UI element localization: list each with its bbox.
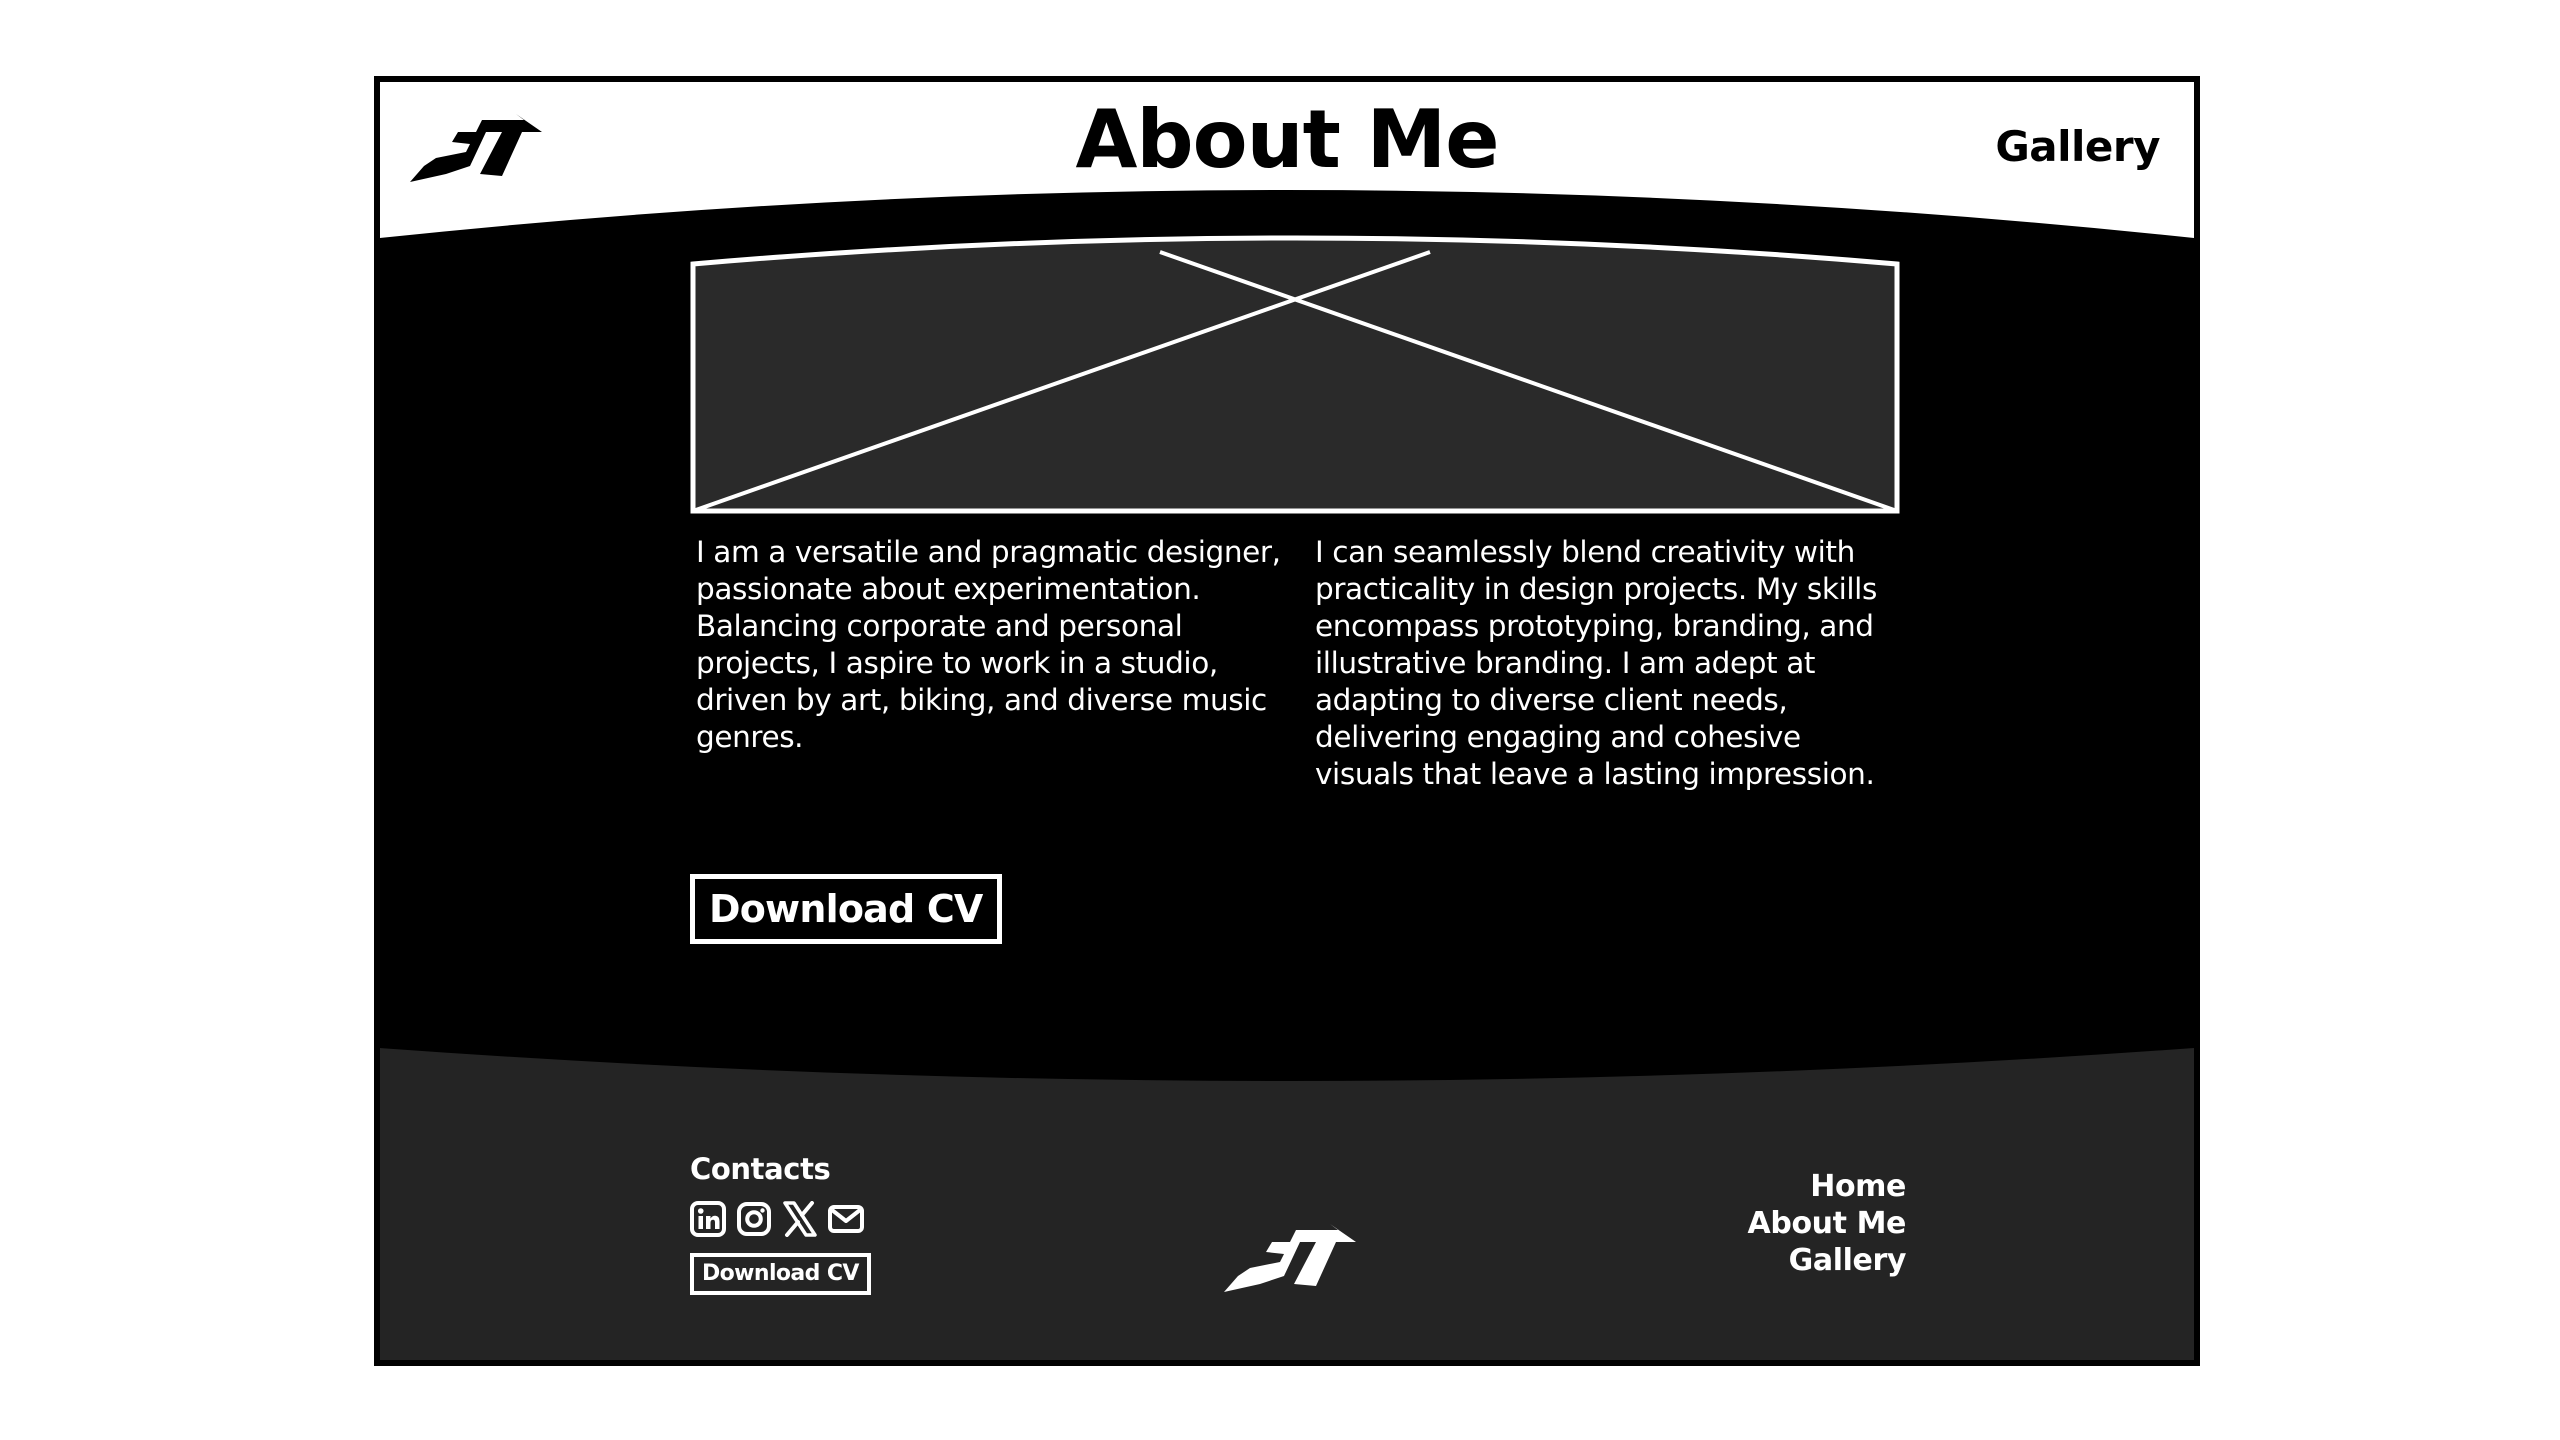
bio-right-paragraph: I can seamlessly blend creativity with p…	[1315, 535, 1877, 791]
contacts-label: Contacts	[690, 1152, 831, 1186]
footer-nav: Home About Me Gallery	[1748, 1168, 1907, 1279]
footer-logo-icon[interactable]	[1220, 1224, 1356, 1296]
footer-download-cv-button[interactable]: Download CV	[690, 1253, 871, 1295]
instagram-icon[interactable]	[736, 1201, 772, 1237]
footer-nav-about-me[interactable]: About Me	[1748, 1205, 1907, 1242]
page-title: About Me	[1075, 93, 1499, 186]
bio-left-paragraph: I am a versatile and pragmatic designer,…	[696, 535, 1281, 754]
x-icon[interactable]	[782, 1201, 818, 1237]
social-links	[690, 1201, 864, 1237]
nav-gallery-link[interactable]: Gallery	[1995, 122, 2160, 171]
mail-icon[interactable]	[828, 1201, 864, 1237]
linkedin-icon[interactable]	[690, 1201, 726, 1237]
footer-nav-gallery[interactable]: Gallery	[1748, 1242, 1907, 1279]
hero-image-placeholder	[690, 235, 1900, 514]
page-frame: About Me Gallery I am a versatile and pr…	[374, 76, 2200, 1366]
footer-nav-home[interactable]: Home	[1748, 1168, 1906, 1205]
footer-background	[380, 1048, 2194, 1360]
image-placeholder-icon	[690, 235, 1900, 514]
download-cv-button[interactable]: Download CV	[690, 874, 1002, 944]
